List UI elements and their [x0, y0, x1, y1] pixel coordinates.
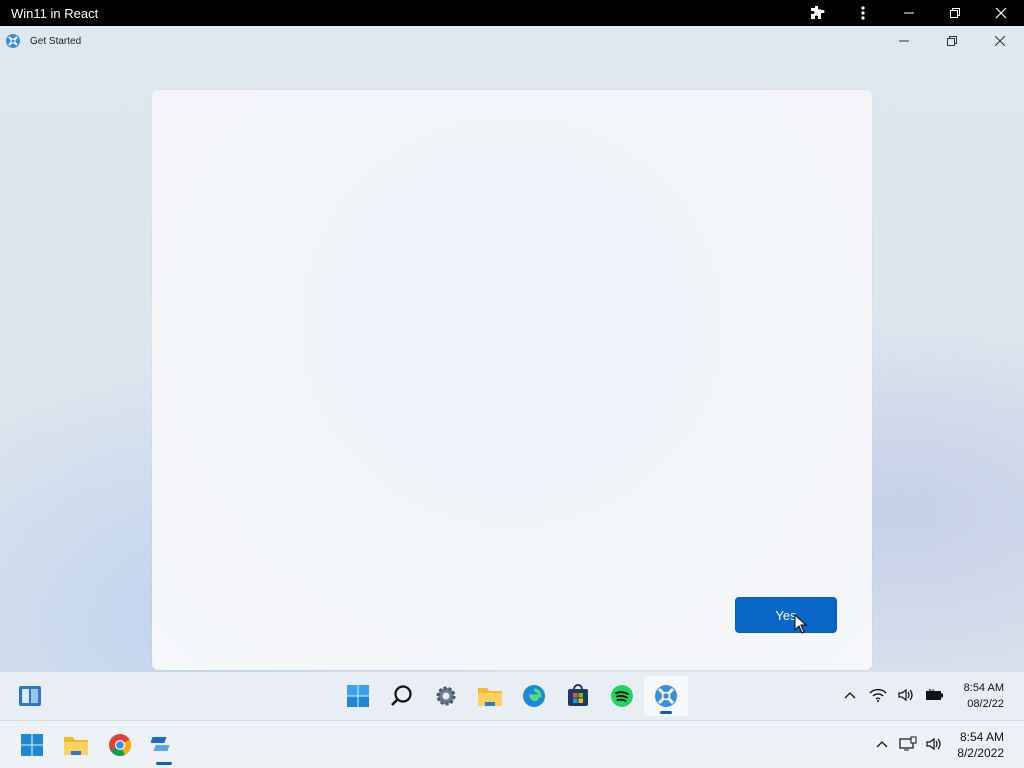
restore-icon[interactable]: [932, 0, 978, 26]
setup-card: Yes: [152, 90, 872, 670]
minimize-icon[interactable]: [886, 0, 932, 26]
spotify-icon[interactable]: [600, 676, 644, 716]
close-icon[interactable]: [976, 26, 1024, 56]
minimize-icon[interactable]: [880, 26, 928, 56]
restore-icon[interactable]: [928, 26, 976, 56]
get-started-taskbar-icon[interactable]: [644, 676, 688, 716]
windows-logo-icon[interactable]: [10, 723, 54, 767]
windows-logo-icon[interactable]: [336, 676, 380, 716]
widgets-icon[interactable]: [18, 684, 42, 708]
mouse-cursor-icon: [794, 614, 808, 634]
chevron-up-icon[interactable]: [840, 686, 860, 704]
os-system-tray: [872, 735, 944, 753]
wifi-icon[interactable]: [868, 686, 888, 704]
get-started-icon: [6, 34, 20, 48]
clock-time: 8:54 AM: [963, 682, 1004, 694]
kebab-icon[interactable]: [840, 0, 886, 26]
os-clock[interactable]: 8:54 AM 8/2/2022: [957, 729, 1004, 761]
close-icon[interactable]: [978, 0, 1024, 26]
os-clock-date: 8/2/2022: [957, 746, 1004, 760]
gear-icon[interactable]: [424, 676, 468, 716]
os-clock-time: 8:54 AM: [959, 730, 1004, 744]
chrome-icon[interactable]: [98, 723, 142, 767]
edge-icon[interactable]: [512, 676, 556, 716]
clock-date: 08/2/22: [967, 698, 1004, 710]
browser-title-bar: Win11 in React: [0, 0, 1024, 26]
network-icon[interactable]: [898, 735, 918, 753]
search-icon[interactable]: [380, 676, 424, 716]
app-window: Get Started Yes 8:54 AM 08/2/22: [0, 26, 1024, 720]
taskbar-clock[interactable]: 8:54 AM 08/2/22: [964, 680, 1004, 712]
folder-icon[interactable]: [468, 676, 512, 716]
system-tray: [840, 686, 944, 704]
chevron-up-icon[interactable]: [872, 735, 892, 753]
inner-taskbar: 8:54 AM 08/2/22: [0, 672, 1024, 720]
volume-icon[interactable]: [924, 735, 944, 753]
os-taskbar: 8:54 AM 8/2/2022: [0, 720, 1024, 768]
win11-react-icon[interactable]: [142, 723, 186, 767]
app-title: Get Started: [30, 35, 82, 47]
puzzle-icon[interactable]: [794, 0, 840, 26]
app-title-bar: Get Started: [0, 26, 1024, 56]
yes-button[interactable]: Yes: [735, 597, 837, 633]
browser-title: Win11 in React: [11, 5, 99, 21]
battery-icon[interactable]: [924, 686, 944, 704]
folder-icon[interactable]: [54, 723, 98, 767]
store-icon[interactable]: [556, 676, 600, 716]
volume-icon[interactable]: [896, 686, 916, 704]
